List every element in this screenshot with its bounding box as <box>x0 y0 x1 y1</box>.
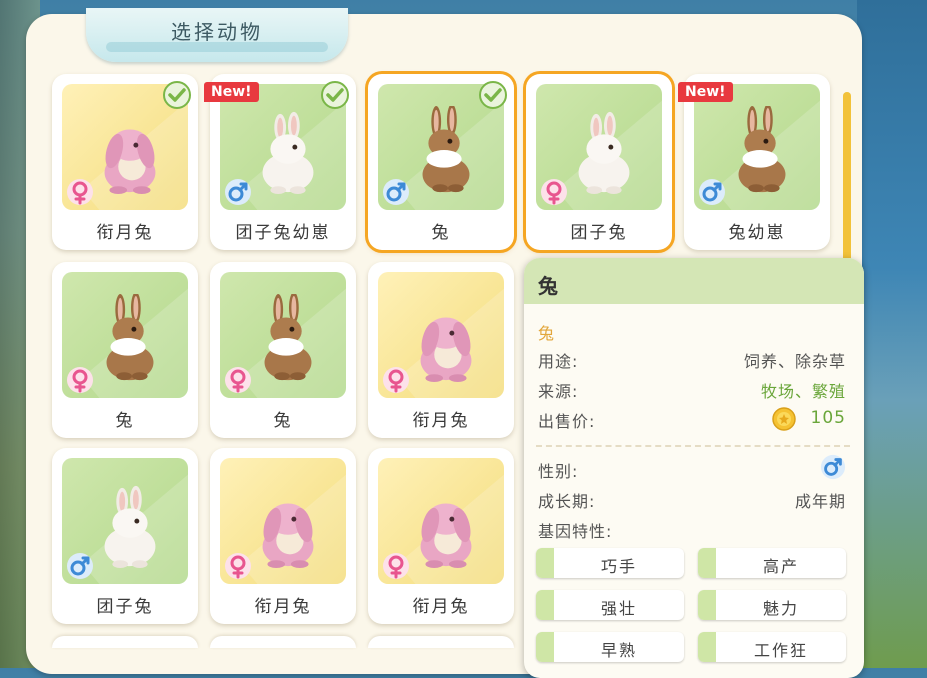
animal-card[interactable]: 衔月兔 <box>368 262 514 438</box>
animal-name: 团子兔 <box>96 597 154 617</box>
usage-label: 用途: <box>538 352 579 371</box>
animal-name: 团子兔幼崽 <box>235 223 331 243</box>
gene-label: 巧手 <box>600 557 637 576</box>
rabbit-icon <box>104 129 156 195</box>
female-icon <box>383 367 409 393</box>
animal-name: 兔 <box>115 411 135 431</box>
gene-tag: 工作狂 <box>698 632 846 662</box>
panel-title-tab: 选择动物 <box>86 8 348 62</box>
rabbit-icon <box>738 106 786 193</box>
animal-thumbnail <box>220 272 346 398</box>
genes-label: 基因特性: <box>538 522 613 541</box>
female-icon <box>67 367 93 393</box>
animal-card-partial[interactable] <box>52 636 198 648</box>
gene-tag: 高产 <box>698 548 846 578</box>
animal-name: 兔 <box>273 411 293 431</box>
new-badge: New! <box>204 82 259 102</box>
panel-title: 选择动物 <box>171 20 263 44</box>
animal-detail-panel: 兔 兔 用途: 饲养、除杂草 来源: 牧场、繁殖 出售价: 105 性别: 成长… <box>524 258 864 678</box>
scrollbar-thumb[interactable] <box>843 92 851 268</box>
detail-title: 兔 <box>538 274 558 298</box>
female-icon <box>383 553 409 579</box>
source-label: 来源: <box>538 382 579 401</box>
gene-tag: 魅力 <box>698 590 846 620</box>
price-value: 105 <box>810 408 846 428</box>
rabbit-icon <box>106 294 154 381</box>
growth-label: 成长期: <box>538 492 596 511</box>
background-right <box>857 0 927 668</box>
gene-label: 高产 <box>762 557 799 576</box>
check-icon <box>479 81 507 109</box>
detail-divider <box>536 445 850 447</box>
growth-row: 成长期: 成年期 <box>538 488 846 512</box>
animal-card-partial[interactable] <box>210 636 356 648</box>
usage-value: 饲养、除杂草 <box>743 352 846 371</box>
gene-label: 早熟 <box>600 641 637 660</box>
gender-label: 性别: <box>538 462 579 481</box>
animal-name: 兔幼崽 <box>728 223 786 243</box>
rabbit-icon <box>104 485 156 569</box>
female-icon <box>67 179 93 205</box>
genes-row: 基因特性: <box>538 518 846 542</box>
animal-thumbnail <box>220 458 346 584</box>
rabbit-icon <box>262 111 314 195</box>
gene-label: 魅力 <box>762 599 799 618</box>
male-icon <box>67 553 93 579</box>
animal-card[interactable]: 团子兔 <box>52 448 198 624</box>
animal-thumbnail <box>62 272 188 398</box>
animal-name: 衔月兔 <box>412 411 470 431</box>
animal-card[interactable]: 衔月兔 <box>210 448 356 624</box>
growth-value: 成年期 <box>794 492 846 511</box>
rabbit-icon <box>578 111 630 195</box>
gender-row: 性别: <box>538 458 846 482</box>
rabbit-icon <box>262 503 314 569</box>
gene-tag: 强壮 <box>536 590 684 620</box>
rabbit-icon <box>422 106 470 193</box>
check-icon <box>163 81 191 109</box>
coin-icon <box>772 407 796 431</box>
new-badge: New! <box>678 82 733 102</box>
male-icon <box>225 179 251 205</box>
animal-name: 团子兔 <box>570 223 628 243</box>
animal-thumbnail <box>378 458 504 584</box>
gene-label: 强壮 <box>600 599 637 618</box>
animal-name: 衔月兔 <box>96 223 154 243</box>
animal-thumbnail <box>536 84 662 210</box>
animal-card[interactable]: New! 兔幼崽 <box>678 74 830 250</box>
male-icon <box>383 179 409 205</box>
gene-label: 工作狂 <box>753 641 808 660</box>
animal-thumbnail <box>694 84 820 210</box>
check-icon <box>321 81 349 109</box>
source-value: 牧场、繁殖 <box>760 382 846 401</box>
price-row: 出售价: 105 <box>538 407 846 432</box>
female-icon <box>225 367 251 393</box>
male-icon <box>699 179 725 205</box>
male-icon <box>820 454 846 480</box>
gene-tag: 早熟 <box>536 632 684 662</box>
animal-card[interactable]: 衔月兔 <box>368 448 514 624</box>
detail-subtitle: 兔 <box>538 324 555 343</box>
animal-card[interactable]: 兔 <box>368 74 514 250</box>
animal-name: 衔月兔 <box>254 597 312 617</box>
animal-name: 兔 <box>431 223 451 243</box>
animal-card[interactable]: 兔 <box>210 262 356 438</box>
usage-row: 用途: 饲养、除杂草 <box>538 348 846 372</box>
animal-card[interactable]: New! 团子兔幼崽 <box>204 74 356 250</box>
source-row: 来源: 牧场、繁殖 <box>538 378 846 402</box>
rabbit-icon <box>420 317 472 383</box>
detail-header: 兔 <box>524 258 864 304</box>
animal-card[interactable]: 团子兔 <box>526 74 672 250</box>
animal-name: 衔月兔 <box>412 597 470 617</box>
rabbit-icon <box>420 503 472 569</box>
female-icon <box>225 553 251 579</box>
animal-thumbnail <box>378 272 504 398</box>
rabbit-icon <box>264 294 312 381</box>
price-label: 出售价: <box>538 412 596 431</box>
animal-thumbnail <box>62 458 188 584</box>
animal-card[interactable]: 兔 <box>52 262 198 438</box>
animal-card-partial[interactable] <box>368 636 514 648</box>
animal-card[interactable]: 衔月兔 <box>52 74 198 250</box>
gene-tag: 巧手 <box>536 548 684 578</box>
female-icon <box>541 179 567 205</box>
